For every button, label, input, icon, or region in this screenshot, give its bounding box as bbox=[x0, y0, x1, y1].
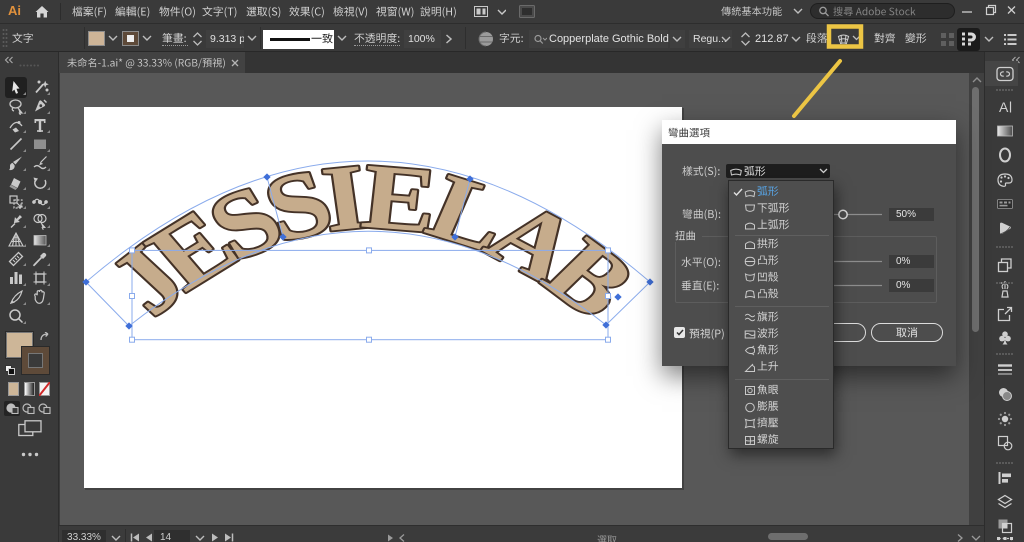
svg-text:A: A bbox=[999, 99, 1009, 115]
